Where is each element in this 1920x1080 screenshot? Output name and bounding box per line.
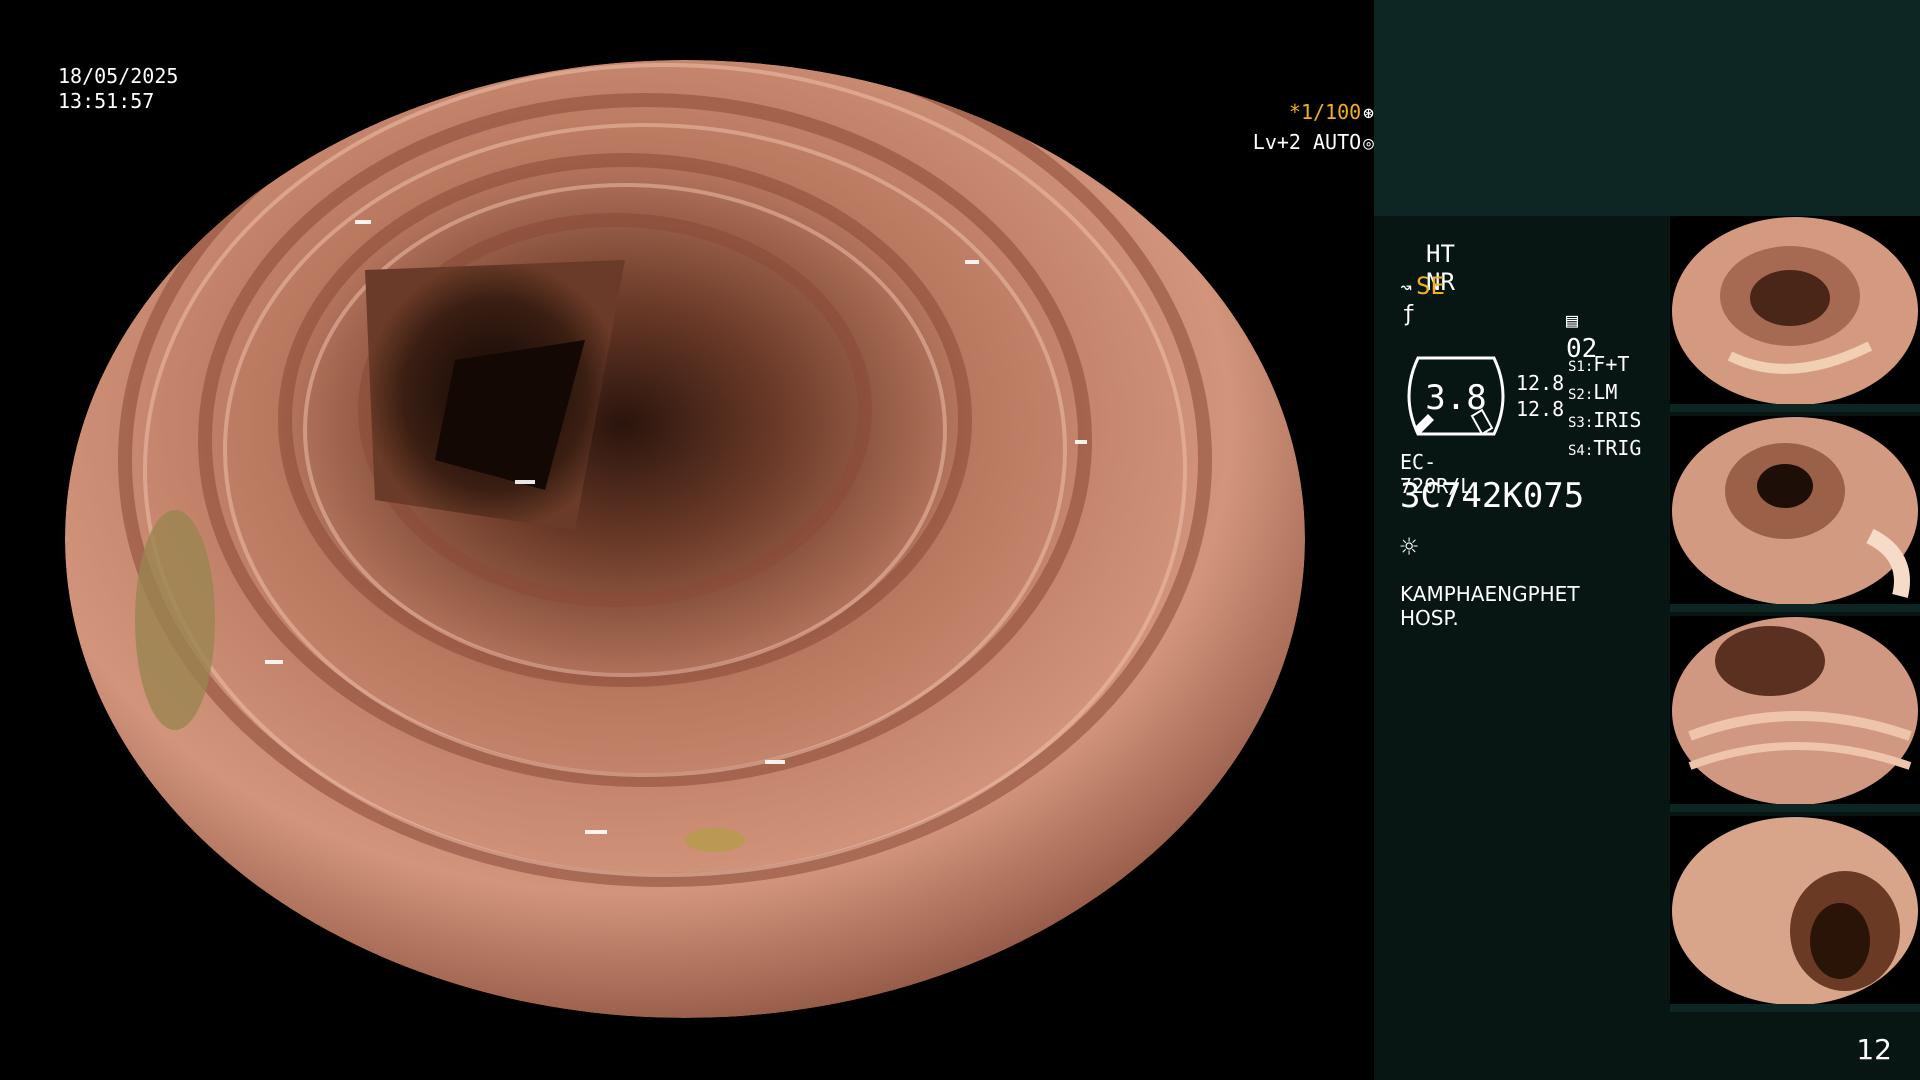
- endoscopic-image: [65, 60, 1305, 1018]
- aux-value-1: 12.8: [1516, 371, 1565, 395]
- hospital-name: KAMPHAENGPHET HOSP.: [1400, 582, 1580, 630]
- thumbnail[interactable]: [1670, 216, 1920, 412]
- thumbnail[interactable]: [1670, 816, 1920, 1012]
- date-text: 18/05/2025: [58, 64, 179, 88]
- gauge-value: 3.8: [1425, 378, 1487, 418]
- thumbnail[interactable]: [1670, 416, 1920, 612]
- switch-row: S1:F+T: [1568, 352, 1630, 376]
- scope-serial: 3C742K075: [1400, 476, 1585, 516]
- scope-icon: ↝: [1400, 275, 1413, 299]
- thumbnail[interactable]: [1670, 616, 1920, 812]
- page-number: 12: [1856, 1033, 1892, 1066]
- aperture-icon: ◎: [1363, 133, 1374, 154]
- shutter-icon: ⊛: [1363, 103, 1374, 124]
- brightness-level: Lv+2 AUTO: [1252, 130, 1362, 154]
- thumbnail-strip: [1670, 216, 1920, 1016]
- se-mode: ↝ SE: [1400, 272, 1445, 300]
- switch-row: S2:LM: [1568, 380, 1618, 404]
- side-panel-header: [1374, 0, 1920, 216]
- shutter-speed: *1/100: [1288, 100, 1362, 124]
- switch-row: S3:IRIS: [1568, 408, 1642, 432]
- switch-assignments: S1:F+T S2:LM S3:IRIS S4:TRIG: [1568, 352, 1641, 464]
- memory-icon: ▤: [1566, 308, 1579, 332]
- exposure-overlay: *1/100 ⊛ Lv+2 AUTO ◎: [54, 98, 1374, 158]
- light-icon: ☼: [1400, 530, 1419, 565]
- f-icon: ƒ: [1402, 302, 1416, 327]
- aux-value-2: 12.8: [1516, 397, 1565, 421]
- se-label: SE: [1416, 272, 1445, 300]
- endoscope-main-view: 18/05/2025 13:51:57 *1/100 ⊛ Lv+2 AUTO ◎: [0, 0, 1374, 1080]
- switch-row: S4:TRIG: [1568, 436, 1642, 460]
- aux-values: 12.8 12.8: [1516, 370, 1564, 422]
